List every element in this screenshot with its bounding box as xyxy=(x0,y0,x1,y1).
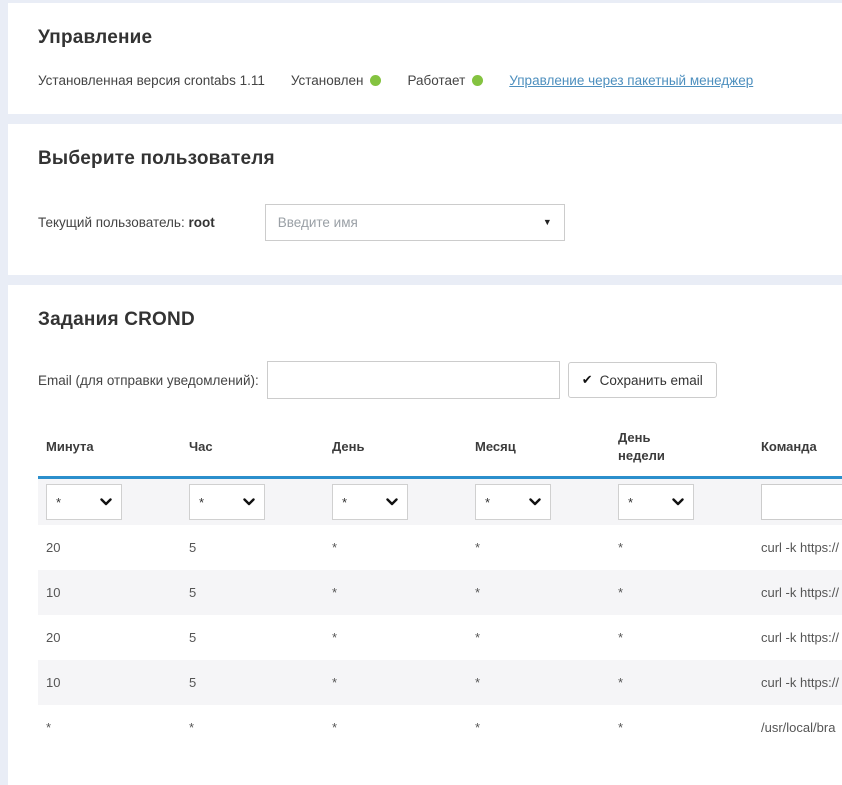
page-root: Управление Установленная версия crontabs… xyxy=(0,0,842,785)
cell-month: * xyxy=(467,570,610,615)
current-user-value: root xyxy=(188,215,214,230)
running-status-label: Работает xyxy=(407,73,465,88)
check-icon: ✔ xyxy=(582,372,593,388)
filter-day-value: * xyxy=(342,495,347,510)
email-row: Email (для отправки уведомлений): ✔ Сохр… xyxy=(38,361,842,399)
caret-down-icon: ▼ xyxy=(543,218,552,227)
user-select[interactable]: Введите имя ▼ xyxy=(265,204,565,241)
cron-row: 10 5 * * * curl -k https:// xyxy=(38,660,842,705)
cell-minute: * xyxy=(38,705,181,750)
installed-status-dot-icon xyxy=(370,75,381,86)
cell-hour: 5 xyxy=(181,615,324,660)
cron-row: 10 5 * * * curl -k https:// xyxy=(38,570,842,615)
cell-hour: 5 xyxy=(181,660,324,705)
chevron-down-icon xyxy=(386,498,398,506)
column-header-command: Команда xyxy=(753,425,842,478)
cell-weekday: * xyxy=(610,525,753,570)
cell-day: * xyxy=(324,525,467,570)
cell-command: curl -k https:// xyxy=(753,660,842,705)
cell-weekday: * xyxy=(610,660,753,705)
cell-day: * xyxy=(324,570,467,615)
save-email-button-label: Сохранить email xyxy=(600,373,703,388)
filter-hour-value: * xyxy=(199,495,204,510)
cell-command: curl -k https:// xyxy=(753,525,842,570)
cell-command: curl -k https:// xyxy=(753,570,842,615)
email-input[interactable] xyxy=(267,361,560,399)
cell-hour: 5 xyxy=(181,570,324,615)
column-header-weekday-text: День недели xyxy=(618,429,670,464)
running-status-dot-icon xyxy=(472,75,483,86)
cron-table-header-row: Минута Час День Месяц День недели Команд… xyxy=(38,425,842,478)
filter-weekday-value: * xyxy=(628,495,633,510)
column-header-month: Месяц xyxy=(467,425,610,478)
cell-weekday: * xyxy=(610,570,753,615)
cell-hour: * xyxy=(181,705,324,750)
package-manager-link[interactable]: Управление через пакетный менеджер xyxy=(509,73,753,88)
column-header-hour: Час xyxy=(181,425,324,478)
chevron-down-icon xyxy=(529,498,541,506)
cell-minute: 10 xyxy=(38,570,181,615)
filter-weekday-select[interactable]: * xyxy=(618,484,694,520)
filter-minute-select[interactable]: * xyxy=(46,484,122,520)
management-panel: Управление Установленная версия crontabs… xyxy=(8,3,842,114)
chevron-down-icon xyxy=(672,498,684,506)
cron-filter-row: * * * xyxy=(38,478,842,526)
select-user-panel: Выберите пользователя Текущий пользовате… xyxy=(8,124,842,275)
chevron-down-icon xyxy=(100,498,112,506)
chevron-down-icon xyxy=(243,498,255,506)
cell-day: * xyxy=(324,660,467,705)
column-header-day: День xyxy=(324,425,467,478)
cron-row: 20 5 * * * curl -k https:// xyxy=(38,525,842,570)
filter-day-select[interactable]: * xyxy=(332,484,408,520)
filter-command-input[interactable] xyxy=(761,484,842,520)
management-status-row: Установленная версия crontabs 1.11 Устан… xyxy=(38,73,842,88)
cell-month: * xyxy=(467,660,610,705)
user-select-placeholder: Введите имя xyxy=(278,215,358,230)
current-user-label-text: Текущий пользователь: xyxy=(38,215,185,230)
cell-minute: 20 xyxy=(38,525,181,570)
cell-day: * xyxy=(324,615,467,660)
cell-month: * xyxy=(467,525,610,570)
column-header-weekday: День недели xyxy=(610,425,753,478)
column-header-minute: Минута xyxy=(38,425,181,478)
cron-row: 20 5 * * * curl -k https:// xyxy=(38,615,842,660)
crond-tasks-panel: Задания CROND Email (для отправки уведом… xyxy=(8,285,842,785)
cell-month: * xyxy=(467,615,610,660)
current-user-label: Текущий пользователь: root xyxy=(38,215,215,230)
cell-command: /usr/local/bra xyxy=(753,705,842,750)
cell-minute: 20 xyxy=(38,615,181,660)
installed-version-text: Установленная версия crontabs 1.11 xyxy=(38,73,265,88)
filter-month-value: * xyxy=(485,495,490,510)
select-user-title: Выберите пользователя xyxy=(38,148,842,170)
installed-status: Установлен xyxy=(291,73,408,88)
cron-table: Минута Час День Месяц День недели Команд… xyxy=(38,425,842,750)
cron-table-wrap: Минута Час День Месяц День недели Команд… xyxy=(38,425,842,750)
running-status: Работает xyxy=(407,73,509,88)
filter-minute-value: * xyxy=(56,495,61,510)
filter-hour-select[interactable]: * xyxy=(189,484,265,520)
filter-month-select[interactable]: * xyxy=(475,484,551,520)
cron-row: * * * * * /usr/local/bra xyxy=(38,705,842,750)
save-email-button[interactable]: ✔ Сохранить email xyxy=(568,362,717,398)
cell-month: * xyxy=(467,705,610,750)
installed-status-label: Установлен xyxy=(291,73,364,88)
cell-weekday: * xyxy=(610,705,753,750)
email-label: Email (для отправки уведомлений): xyxy=(38,373,259,388)
cell-hour: 5 xyxy=(181,525,324,570)
current-user-row: Текущий пользователь: root Введите имя ▼ xyxy=(38,204,842,241)
cell-minute: 10 xyxy=(38,660,181,705)
management-title: Управление xyxy=(38,27,842,49)
cell-weekday: * xyxy=(610,615,753,660)
cell-day: * xyxy=(324,705,467,750)
crond-tasks-title: Задания CROND xyxy=(38,309,842,331)
cell-command: curl -k https:// xyxy=(753,615,842,660)
